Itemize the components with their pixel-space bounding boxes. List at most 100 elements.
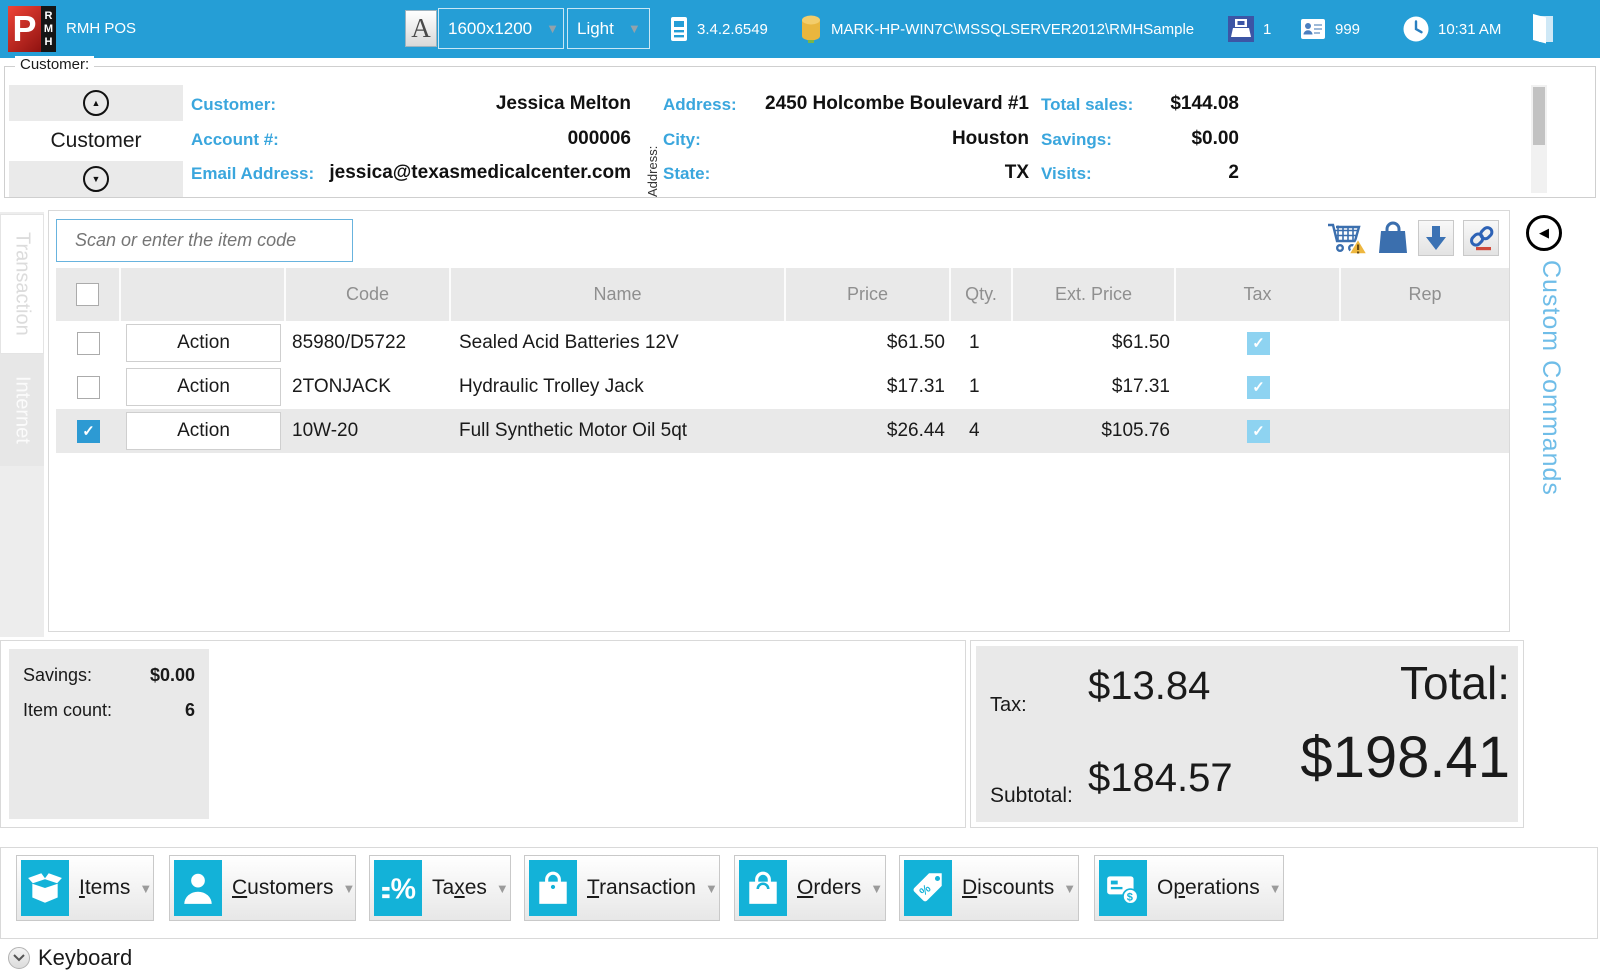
resolution-dropdown[interactable]: 1600x1200 ▼ — [438, 8, 564, 49]
table-row[interactable]: Action 2TONJACK Hydraulic Trolley Jack $… — [56, 365, 1509, 409]
table-header: Code Name Price Qty. Ext. Price Tax Rep — [56, 268, 1509, 321]
transaction-summary-panel: Savings: $0.00 Item count: 6 — [0, 640, 966, 828]
logo-letter: P — [8, 6, 41, 52]
cart-warning-icon[interactable] — [1326, 219, 1368, 257]
row-checkbox[interactable] — [77, 375, 100, 399]
font-button[interactable]: A — [405, 10, 437, 47]
cashier-status: 999 — [1300, 0, 1360, 58]
item-price: $26.44 — [886, 420, 945, 441]
collapse-panel-button[interactable]: ◀ — [1526, 215, 1562, 251]
header-qty[interactable]: Qty. — [951, 268, 1013, 321]
custom-commands-label[interactable]: Custom Commands — [1536, 260, 1565, 496]
customer-nav: ▲ Customer ▼ — [9, 85, 183, 197]
resolution-value: 1600x1200 — [448, 18, 533, 38]
unlink-button[interactable] — [1463, 220, 1499, 256]
item-ext-price: $61.50 — [1111, 332, 1170, 353]
row-checkbox[interactable] — [77, 331, 100, 355]
item-qty: 4 — [969, 420, 980, 441]
person-icon — [174, 860, 222, 916]
keyboard-label[interactable]: Keyboard — [38, 945, 132, 971]
customer-scrollbar[interactable] — [1531, 85, 1547, 193]
table-row[interactable]: Action 85980/D5722 Sealed Acid Batteries… — [56, 321, 1509, 365]
city-field-label: City: — [663, 130, 701, 149]
discounts-menu-button[interactable]: % Discounts ▼ — [899, 855, 1079, 921]
header-rep[interactable]: Rep — [1341, 268, 1509, 321]
tax-checkbox[interactable]: ✓ — [1247, 331, 1270, 355]
row-checkbox[interactable]: ✓ — [77, 419, 100, 443]
chevron-down-icon: ▼ — [870, 880, 884, 896]
database-status: MARK-HP-WIN7C\MSSQLSERVER2012\RMHSample — [800, 0, 1194, 58]
tab-transaction[interactable]: Transaction — [0, 214, 44, 354]
item-name: Sealed Acid Batteries 12V — [459, 332, 679, 353]
header-ext-price[interactable]: Ext. Price — [1013, 268, 1176, 321]
header-code[interactable]: Code — [286, 268, 451, 321]
customer-savings-label: Savings: — [1041, 130, 1112, 149]
action-button[interactable]: Action — [126, 368, 281, 406]
titlebar: P RMH RMH POS A 1600x1200 ▼ Light ▼ 3.4.… — [0, 0, 1600, 58]
transaction-menu-button[interactable]: Transaction ▼ — [524, 855, 720, 921]
table-row[interactable]: ✓ Action 10W-20 Full Synthetic Motor Oil… — [56, 409, 1509, 453]
item-code-input[interactable] — [56, 219, 353, 262]
scrollbar-thumb[interactable] — [1533, 87, 1545, 145]
shopping-bag-icon — [739, 860, 787, 916]
action-button[interactable]: Action — [126, 412, 281, 450]
download-arrow-icon — [1426, 225, 1446, 250]
select-all-checkbox[interactable] — [76, 283, 99, 306]
download-items-button[interactable] — [1418, 220, 1454, 256]
exit-button[interactable] — [1530, 0, 1556, 58]
customer-prev-button[interactable]: ▲ — [9, 85, 183, 121]
operations-menu-button[interactable]: $ Operations ▼ — [1094, 855, 1284, 921]
header-tax[interactable]: Tax — [1176, 268, 1341, 321]
item-name: Hydraulic Trolley Jack — [459, 376, 644, 397]
city-value: Houston — [951, 128, 1029, 149]
transaction-table: Code Name Price Qty. Ext. Price Tax Rep … — [56, 268, 1509, 453]
items-menu-button[interactable]: Items ▼ — [16, 855, 154, 921]
taxes-label: Taxes — [432, 876, 487, 899]
card-coins-icon: $ — [1099, 860, 1147, 916]
state-value: TX — [1004, 162, 1029, 183]
customer-next-button[interactable]: ▼ — [9, 161, 183, 197]
rmh-logo: P RMH — [8, 6, 56, 52]
orders-menu-button[interactable]: Orders ▼ — [734, 855, 886, 921]
action-button[interactable]: Action — [126, 324, 281, 362]
email-value: jessica@texasmedicalcenter.com — [329, 162, 631, 183]
clock-status: 10:31 AM — [1403, 0, 1501, 58]
clock-icon — [1403, 16, 1429, 42]
taxes-menu-button[interactable]: % Taxes ▼ — [369, 855, 511, 921]
savings-value: $0.00 — [149, 665, 195, 685]
register-icon — [1228, 16, 1254, 42]
email-field-label: Email Address: — [191, 164, 315, 183]
header-price[interactable]: Price — [786, 268, 951, 321]
cashier-number: 999 — [1335, 20, 1361, 38]
item-ext-price: $17.31 — [1111, 376, 1170, 397]
chevron-down-icon: ▼ — [1063, 880, 1077, 896]
theme-dropdown[interactable]: Light ▼ — [567, 8, 650, 49]
shopping-bag-icon — [529, 860, 577, 916]
register-status: 1 — [1228, 0, 1271, 58]
savings-label: Savings: — [23, 665, 93, 685]
customer-name-value: Jessica Melton — [495, 93, 631, 114]
item-price: $17.31 — [886, 376, 945, 397]
customers-menu-button[interactable]: Customers ▼ — [169, 855, 356, 921]
items-label: Items — [79, 876, 131, 899]
visits-label: Visits: — [1041, 164, 1092, 183]
tax-checkbox[interactable]: ✓ — [1247, 419, 1270, 443]
totals-panel: Tax: $13.84 Total: Subtotal: $184.57 $19… — [970, 640, 1524, 828]
register-number: 1 — [1263, 20, 1272, 38]
header-name[interactable]: Name — [451, 268, 786, 321]
customer-group-label: Customer: — [15, 56, 95, 73]
tab-internet[interactable]: Internet — [0, 354, 44, 466]
item-code: 2TONJACK — [292, 376, 391, 397]
keyboard-expand-button[interactable] — [8, 946, 30, 969]
customer-savings-value: $0.00 — [1191, 128, 1239, 149]
shopping-bag-icon[interactable] — [1377, 220, 1409, 256]
tax-label: Tax: — [990, 694, 1027, 716]
tax-checkbox[interactable]: ✓ — [1247, 375, 1270, 399]
svg-text:%: % — [391, 874, 416, 906]
customer-panel: Customer: ▲ Customer ▼ Customer: Jessica… — [4, 56, 1596, 198]
item-name: Full Synthetic Motor Oil 5qt — [459, 420, 688, 441]
subtotal-value: $184.57 — [1088, 756, 1233, 800]
chevron-down-icon: ▼ — [704, 880, 718, 896]
item-price: $61.50 — [886, 332, 945, 353]
item-qty: 1 — [969, 332, 980, 353]
